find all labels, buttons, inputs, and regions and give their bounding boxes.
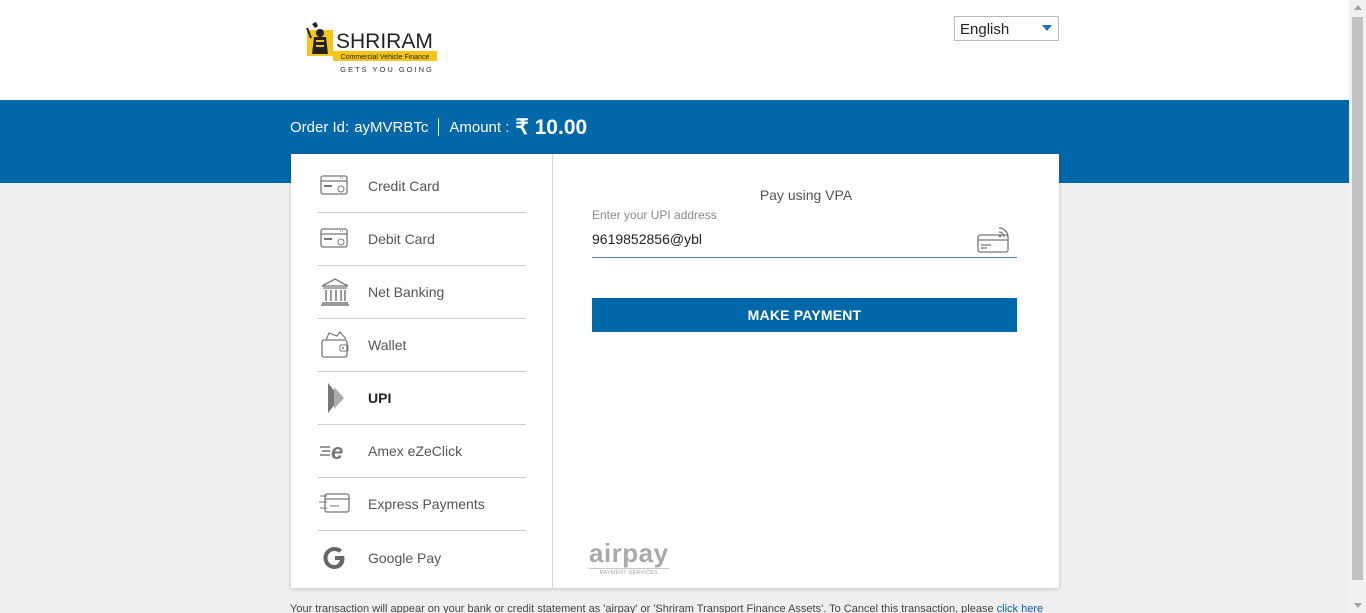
menu-item-label: Net Banking <box>368 284 445 300</box>
menu-item-amex-ezeclick[interactable]: e Amex eZeClick <box>318 425 526 478</box>
menu-item-label: Credit Card <box>368 178 440 194</box>
order-summary: Order Id: ayMVRBTc Amount : ₹ 10.00 <box>290 113 587 141</box>
chevron-down-icon <box>1042 25 1052 31</box>
divider <box>438 118 440 136</box>
amount-label: Amount : <box>449 118 510 136</box>
transaction-note: Your transaction will appear on your ban… <box>290 603 1043 613</box>
contactless-card-icon <box>977 226 1011 259</box>
airpay-tagline: PAYMENT SERVICES <box>589 568 669 576</box>
make-payment-button[interactable]: MAKE PAYMENT <box>592 298 1017 332</box>
payment-card: Credit Card Debit Card Net Banking Walle… <box>291 154 1059 588</box>
menu-item-debit-card[interactable]: Debit Card <box>318 213 526 266</box>
language-select[interactable]: English <box>954 16 1059 41</box>
menu-item-credit-card[interactable]: Credit Card <box>318 160 526 213</box>
scrollbar-thumb[interactable] <box>1352 17 1363 580</box>
payment-method-menu: Credit Card Debit Card Net Banking Walle… <box>291 154 553 588</box>
amount-value: ₹ 10.00 <box>515 115 587 140</box>
google-icon <box>319 542 351 574</box>
upi-address-input[interactable] <box>592 226 962 250</box>
bank-icon <box>319 276 351 308</box>
debit-card-icon <box>319 223 351 255</box>
logo-brand: SHRIRAM <box>336 30 433 53</box>
order-id-label: Order Id: <box>290 118 350 136</box>
menu-item-upi[interactable]: UPI <box>318 372 526 425</box>
menu-item-express-payments[interactable]: Express Payments <box>318 478 526 531</box>
menu-item-label: Express Payments <box>368 496 485 512</box>
shriram-logo: Commercial Vehicle Finance SHRIRAM GETS … <box>303 20 443 78</box>
menu-item-google-pay[interactable]: Google Pay <box>318 531 526 584</box>
credit-card-icon <box>319 170 351 202</box>
express-card-icon <box>319 488 351 520</box>
menu-item-net-banking[interactable]: Net Banking <box>318 266 526 319</box>
amount-number: 10.00 <box>534 115 588 139</box>
amex-ezeclick-icon: e <box>319 435 351 467</box>
menu-item-label: UPI <box>368 390 392 406</box>
upi-icon <box>319 382 351 414</box>
airpay-logo: airpay PAYMENT SERVICES <box>589 540 669 576</box>
wallet-icon <box>319 329 351 361</box>
top-header: Commercial Vehicle Finance SHRIRAM GETS … <box>0 0 1349 100</box>
transaction-note-text: Your transaction will appear on your ban… <box>290 603 994 613</box>
cancel-link[interactable]: click here <box>997 603 1043 613</box>
upi-address-field <box>592 226 1017 258</box>
menu-item-label: Debit Card <box>368 231 435 247</box>
scroll-down-icon[interactable] <box>1354 603 1362 608</box>
upi-address-label: Enter your UPI address <box>592 208 717 222</box>
airpay-brand: airpay <box>589 538 669 568</box>
pane-title: Pay using VPA <box>759 187 853 203</box>
vertical-scrollbar[interactable] <box>1349 0 1366 613</box>
menu-item-label: Amex eZeClick <box>368 443 463 459</box>
logo-tagline: GETS YOU GOING <box>340 65 434 74</box>
logo-subtitle: Commercial Vehicle Finance <box>341 54 430 61</box>
menu-item-label: Wallet <box>368 337 407 353</box>
language-selected: English <box>960 21 1010 38</box>
menu-item-wallet[interactable]: Wallet <box>318 319 526 372</box>
order-id-value: ayMVRBTc <box>354 118 429 136</box>
upi-payment-pane: Pay using VPA Enter your UPI address MAK… <box>553 154 1059 588</box>
currency-symbol: ₹ <box>515 115 529 139</box>
scroll-up-icon[interactable] <box>1354 5 1362 10</box>
svg-text:e: e <box>331 440 343 462</box>
menu-item-label: Google Pay <box>368 549 442 566</box>
